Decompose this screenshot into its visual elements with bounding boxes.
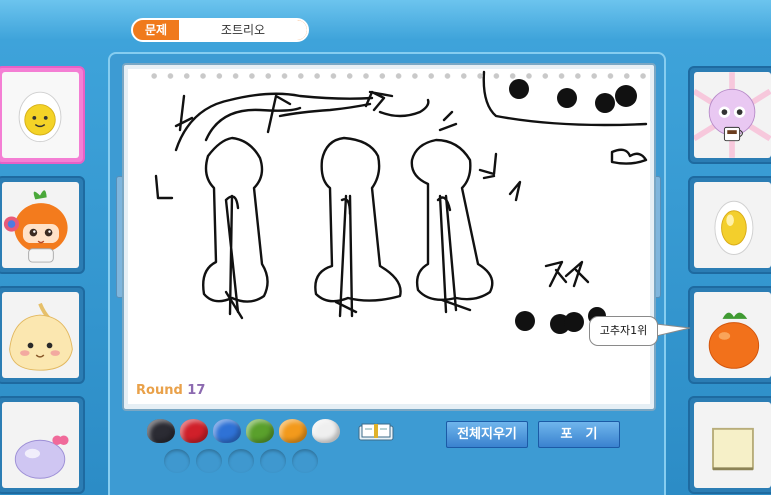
clear-all-button[interactable]: 전체지우기 [446,421,528,448]
fried-egg-avatar [714,200,754,255]
egg-face-avatar [18,91,62,143]
top-bar [0,0,771,40]
player-card-8[interactable] [688,396,771,494]
palette-slot-5[interactable] [292,449,318,473]
question-tag: 문제 [144,23,168,37]
round-indicator: Round 17 [136,383,205,398]
onion-dumpling-avatar [9,302,73,371]
drawing-canvas[interactable] [128,69,650,404]
color-swatch-1[interactable] [147,419,175,443]
palette-slot-4[interactable] [260,449,286,473]
color-swatch-5[interactable] [279,419,307,443]
speech-bubble: 고추자1위 [589,316,658,346]
player-card-6[interactable] [688,176,771,274]
purple-blob-avatar [14,435,69,479]
player-card-5[interactable] [688,66,771,164]
color-swatch-4[interactable] [246,419,274,443]
player-card-1[interactable] [0,66,85,164]
color-swatch-6[interactable] [312,419,340,443]
pink-sheep-coffee-avatar [694,72,771,158]
round-number: 17 [187,383,206,398]
question-answer: 조트리오 [179,20,307,40]
tofu-block-avatar [712,427,754,471]
player-card-4[interactable] [0,396,85,494]
palette-slot-3[interactable] [228,449,254,473]
carrot-girl-avatar [3,190,68,263]
question-pill: 문제 조트리오 [131,18,309,42]
sketch-strokes [154,70,648,334]
player-card-3[interactable] [0,286,85,384]
color-swatch-3[interactable] [213,419,241,443]
round-label-text: Round [136,383,183,398]
tangerine-avatar [708,312,760,369]
palette-slot-2[interactable] [196,449,222,473]
player-card-7[interactable] [688,286,771,384]
player-card-2[interactable] [0,176,85,274]
speech-bubble-tail [656,323,691,337]
give-up-button[interactable]: 포 기 [538,421,620,448]
notebook-rings [146,72,646,80]
palette-slot-1[interactable] [164,449,190,473]
color-swatch-2[interactable] [180,419,208,443]
book-icon[interactable] [358,422,394,442]
